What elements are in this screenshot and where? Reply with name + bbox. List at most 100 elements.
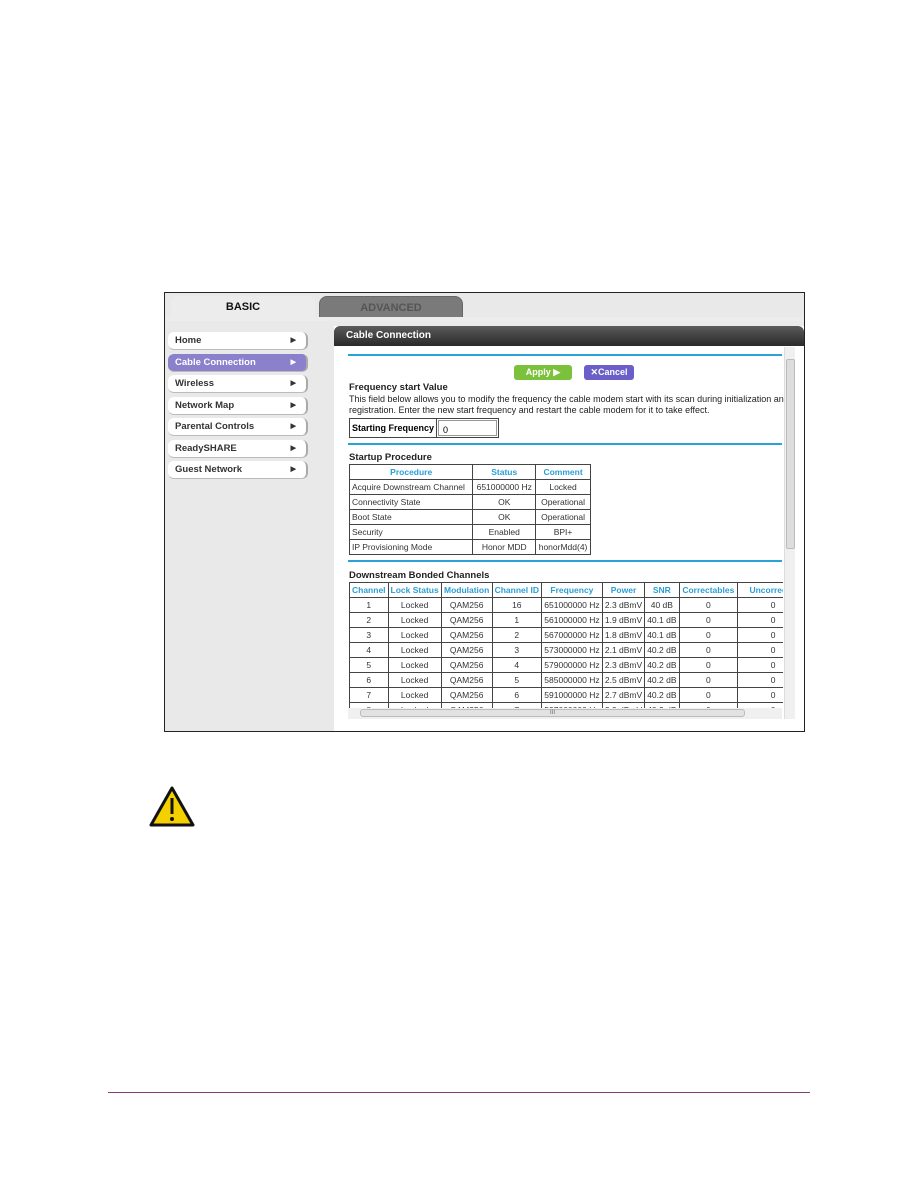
startup-table: Procedure Status Comment Acquire Downstream… [348,464,591,555]
table-cell: 2.3 dBmV [601,597,646,613]
warning-triangle-icon [149,786,195,827]
table-cell: QAM256 [440,612,493,628]
column-header: Procedure [348,464,474,480]
downstream-viewport: Channel Lock Status Modulation Channel ID Fr… [349,582,783,708]
chevron-right-icon: ▶ [290,358,296,366]
table-cell: Boot State [348,509,474,525]
table-cell: Acquire Downstream Channel [348,479,474,495]
table-cell: 3 [491,642,543,658]
table-cell: 7 [349,687,389,703]
table-cell: 0 [737,672,783,688]
column-header: Lock Status [387,582,442,598]
table-cell: Locked [535,479,591,495]
table-row: 1 Locked QAM256 16 651000000 Hz 2.3 dBmV 40 dB… [349,597,783,613]
table-cell: 0 [678,642,739,658]
table-cell: 16 [491,597,543,613]
table-cell: QAM256 [440,597,493,613]
table-cell: 5 [349,657,389,673]
divider [348,560,782,562]
table-cell: 2 [349,612,389,628]
table-row: 6 Locked QAM256 5 585000000 Hz 2.5 dBmV 40.2 d… [349,672,783,688]
table-row: 4 Locked QAM256 3 573000000 Hz 2.1 dBmV 40.2 d… [349,642,783,658]
table-cell: 0 [737,642,783,658]
table-cell: 40.1 dB [644,627,680,643]
table-cell: honorMdd(4) [535,539,591,555]
sidebar-item-label: Network Map [175,399,235,411]
sidebar-item-label: Parental Controls [175,421,255,432]
footer-rule [108,1092,810,1093]
startup-heading: Startup Procedure [349,452,432,463]
table-cell: OK [472,494,537,510]
table-cell: 0 [737,687,783,703]
column-header: Uncorrectal [737,582,783,598]
table-cell: BPI+ [535,524,591,540]
sidebar-item-home[interactable]: Home ▶ [168,332,308,350]
table-row: IP Provisioning Mode Honor MDD honorMdd(4) [348,539,591,555]
downstream-heading: Downstream Bonded Channels [349,570,490,581]
table-cell: Locked [387,642,442,658]
table-cell: 6 [349,672,389,688]
table-row: 7 Locked QAM256 6 591000000 Hz 2.7 dBmV 40.2 d… [349,687,783,703]
table-cell: 0 [678,657,739,673]
content-panel: Cable Connection Apply ▶ ✕Cancel Frequen… [334,326,804,731]
table-cell: 40.2 dB [644,672,680,688]
table-cell: 567000000 Hz [541,627,603,643]
table-cell: Security [348,524,474,540]
tab-basic[interactable]: BASIC [171,296,315,318]
table-cell: 4 [491,657,543,673]
table-cell: OK [472,509,537,525]
column-header: Comment [535,464,591,480]
router-screenshot: BASIC ADVANCED Home ▶ Cable Connection ▶ Wir… [164,292,805,732]
column-header: Channel [349,582,389,598]
chevron-right-icon: ▶ [290,423,296,430]
horizontal-scrollbar[interactable]: III [348,708,782,719]
sidebar-item-readyshare[interactable]: ReadySHARE ▶ [168,439,308,458]
table-cell: Locked [387,657,442,673]
column-header: Status [472,464,537,480]
sidebar-item-cable-connection[interactable]: Cable Connection ▶ [168,353,308,372]
table-cell: 585000000 Hz [541,672,603,688]
table-cell: Locked [387,687,442,703]
table-cell: QAM256 [440,642,493,658]
table-cell: QAM256 [440,687,493,703]
cancel-button[interactable]: ✕Cancel [584,365,634,380]
table-row: 3 Locked QAM256 2 567000000 Hz 1.8 dBmV 40.1 d… [349,627,783,643]
starting-frequency-row: Starting Frequency 0 [349,418,499,438]
tab-advanced[interactable]: ADVANCED [319,296,463,318]
scroll-thumb[interactable] [786,359,795,549]
frequency-heading: Frequency start Value [349,382,448,393]
downstream-table: Channel Lock Status Modulation Channel ID Fr… [349,582,783,708]
table-cell: 0 [737,597,783,613]
table-cell: 40.2 dB [644,657,680,673]
column-header: Frequency [541,582,603,598]
table-cell: 2.5 dBmV [601,672,646,688]
sidebar-item-network-map[interactable]: Network Map ▶ [168,396,308,415]
table-cell: 40.2 dB [644,687,680,703]
sidebar-item-guest-network[interactable]: Guest Network ▶ [168,461,308,479]
table-cell: 0 [678,612,739,628]
table-cell: Connectivity State [348,494,474,510]
table-header-row: Channel Lock Status Modulation Channel ID Fr… [349,582,783,598]
table-cell: 1 [349,597,389,613]
column-header: Power [601,582,646,598]
table-cell: IP Provisioning Mode [348,539,474,555]
table-cell: 2.3 dBmV [601,657,646,673]
chevron-right-icon: ▶ [290,401,296,409]
apply-button[interactable]: Apply ▶ [514,365,572,380]
table-header-row: Procedure Status Comment [348,464,591,480]
table-cell: 2.1 dBmV [601,642,646,658]
sidebar-item-wireless[interactable]: Wireless ▶ [168,375,308,393]
table-cell: 0 [678,687,739,703]
tab-band [165,317,804,321]
vertical-scrollbar[interactable] [784,347,795,719]
starting-frequency-label: Starting Frequency [350,419,438,437]
sidebar-item-label: Guest Network [175,464,243,475]
table-cell: 651000000 Hz [472,479,537,495]
sidebar-item-parental-controls[interactable]: Parental Controls ▶ [168,418,308,436]
table-cell: 40.2 dB [644,642,680,658]
table-cell: 591000000 Hz [541,687,603,703]
scroll-thumb[interactable]: III [360,709,745,717]
starting-frequency-input[interactable]: 0 [438,420,497,436]
table-cell: 0 [678,597,739,613]
table-cell: Operational [535,494,591,510]
